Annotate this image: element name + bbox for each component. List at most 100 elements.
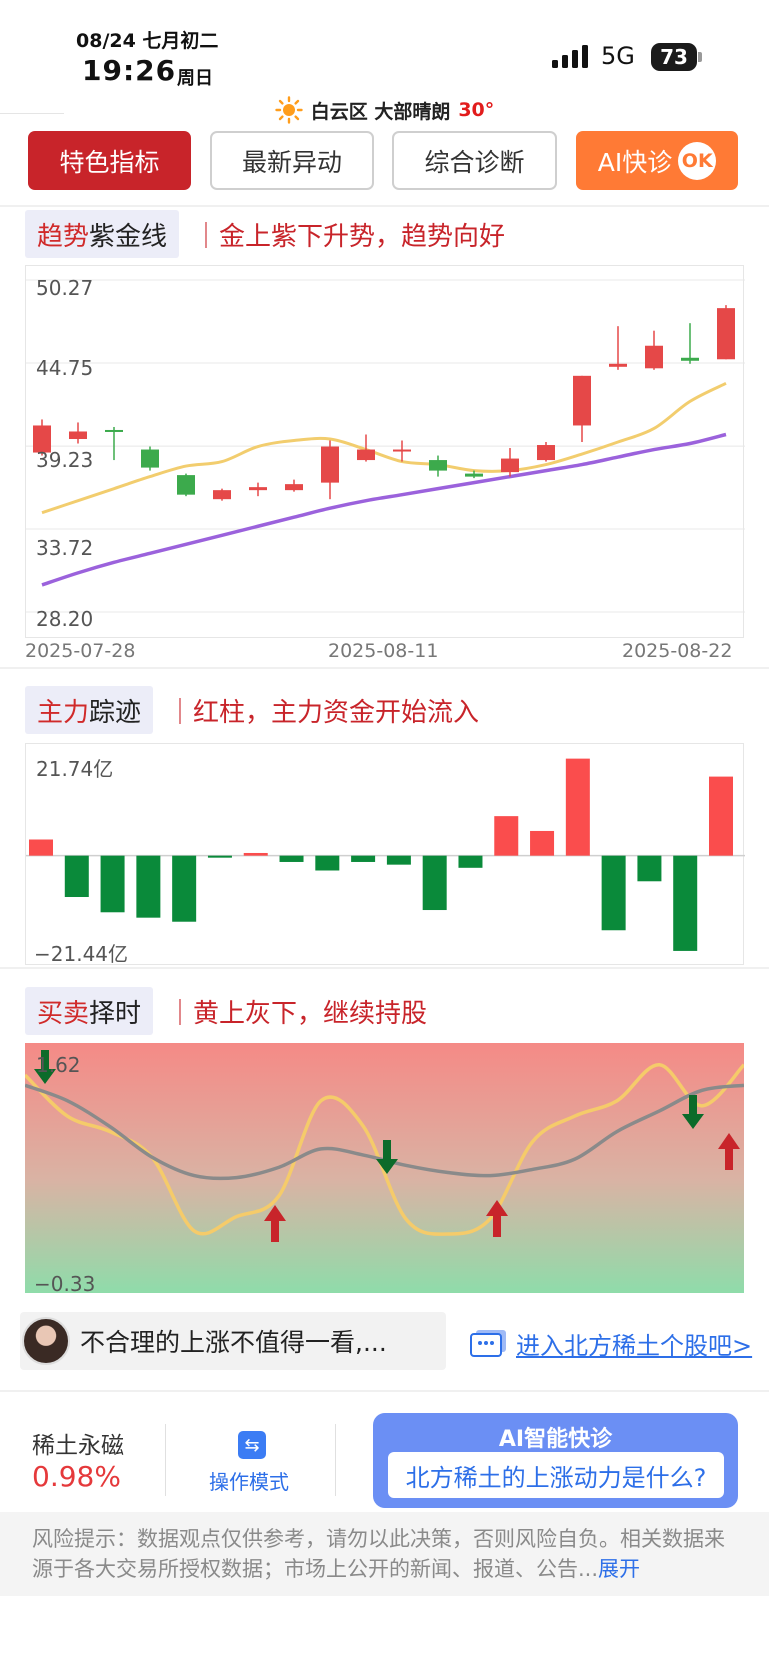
switch-mode-icon[interactable]: ⇆ xyxy=(238,1431,266,1459)
flow-bar xyxy=(64,855,89,898)
trend-x-label-1: 2025-08-11 xyxy=(328,640,439,662)
ok-badge: OK xyxy=(678,141,717,180)
candlestick xyxy=(645,330,663,370)
flow-bar xyxy=(565,758,590,856)
flow-bar xyxy=(172,855,197,922)
operation-mode-label[interactable]: 操作模式 xyxy=(209,1466,289,1495)
mainforce-chart-svg xyxy=(26,758,745,951)
candle-body xyxy=(681,357,699,361)
flow-bar xyxy=(386,855,411,865)
candle-body xyxy=(213,490,231,500)
candle-body xyxy=(393,449,411,452)
trend-tag-red: 趋势 xyxy=(37,221,90,252)
timing-description: ｜黄上灰下，继续持股 xyxy=(167,998,428,1029)
status-time: 19:26 xyxy=(82,54,177,87)
expand-link[interactable]: 展开 xyxy=(598,1557,640,1581)
mainforce-tag-red: 主力 xyxy=(37,697,90,728)
candle-body xyxy=(717,308,735,360)
trend-chart[interactable] xyxy=(25,265,745,638)
trend-tag-dark: 紫金线 xyxy=(89,221,168,252)
trend-chart-svg xyxy=(26,279,745,613)
flow-bar xyxy=(100,855,125,913)
battery-icon: 73 xyxy=(651,43,697,71)
candlestick xyxy=(177,473,195,497)
candle-body xyxy=(573,375,591,426)
flow-bar xyxy=(136,855,161,918)
timing-chart[interactable] xyxy=(25,1043,744,1293)
tab-comprehensive-diagnosis[interactable]: 综合诊断 xyxy=(392,131,557,190)
battery-tip xyxy=(698,52,702,62)
flow-bar xyxy=(637,855,662,882)
sun-icon xyxy=(275,96,303,124)
mainforce-tag-dark: 踪迹 xyxy=(89,697,142,728)
trend-y-label-4: 28.20 xyxy=(36,607,94,631)
trend-tag: 趋势 紫金线 xyxy=(25,210,180,258)
mainforce-description: ｜红柱，主力资金开始流入 xyxy=(167,697,480,728)
comment-bar[interactable]: 不合理的上涨不值得一看,... xyxy=(20,1312,446,1370)
candle-body xyxy=(501,458,519,473)
trend-y-label-1: 44.75 xyxy=(36,356,94,380)
flow-bar xyxy=(351,855,376,862)
candle-body xyxy=(645,345,663,369)
candle-body xyxy=(69,431,87,440)
stock-forum-link[interactable]: 进入北方稀土个股吧> xyxy=(470,1326,752,1361)
flow-bar xyxy=(601,855,626,931)
candlestick xyxy=(429,455,447,477)
gold-line xyxy=(41,382,727,515)
trend-y-label-3: 33.72 xyxy=(36,536,94,560)
flow-bar xyxy=(494,816,519,856)
tab-ai-quick-diagnosis[interactable]: AI快诊 OK xyxy=(576,131,738,190)
candlestick xyxy=(105,426,123,461)
tab-featured-indicators[interactable]: 特色指标 xyxy=(28,131,191,190)
trend-y-label-0: 50.27 xyxy=(36,276,94,300)
trend-header: 趋势 紫金线 ｜金上紫下升势，趋势向好 xyxy=(25,209,505,259)
candle-body xyxy=(321,446,339,483)
flow-bar xyxy=(530,830,555,856)
candle-body xyxy=(465,473,483,477)
timing-tag-red: 买卖 xyxy=(37,998,90,1029)
tab-latest-movements[interactable]: 最新异动 xyxy=(210,131,374,190)
related-sector-change: 0.98% xyxy=(32,1460,121,1493)
flow-bar xyxy=(29,839,53,856)
status-weekday: 周日 xyxy=(177,68,213,89)
signal-icon xyxy=(552,45,588,68)
mainforce-chart[interactable] xyxy=(25,743,745,965)
tab-ai-label: AI快诊 xyxy=(597,147,673,177)
timing-tag: 买卖 择时 xyxy=(25,987,154,1035)
flow-bar xyxy=(422,855,447,911)
flow-bar xyxy=(243,852,268,856)
flow-bar xyxy=(315,855,340,871)
timing-chart-svg xyxy=(25,1043,744,1293)
candle-body xyxy=(357,449,375,461)
related-sector-name[interactable]: 稀土永磁 xyxy=(32,1426,124,1460)
trend-x-label-0: 2025-07-28 xyxy=(25,640,136,662)
ai-question-button[interactable]: 北方稀土的上涨动力是什么? xyxy=(388,1452,724,1498)
candle-body xyxy=(177,475,195,495)
candlestick xyxy=(69,422,87,444)
mainforce-y-bottom: −21.44亿 xyxy=(34,942,129,966)
mainforce-y-top: 21.74亿 xyxy=(36,757,114,781)
candlestick xyxy=(321,440,339,500)
candlestick xyxy=(141,446,159,471)
flow-bar xyxy=(673,855,698,951)
candlestick xyxy=(681,323,699,364)
flow-bar xyxy=(709,776,733,856)
avatar xyxy=(22,1317,70,1365)
candlestick xyxy=(537,442,555,462)
stock-forum-link-label: 进入北方稀土个股吧> xyxy=(516,1332,753,1360)
trend-y-label-2: 39.23 xyxy=(36,448,94,472)
weather-bar: 白云区 大部晴朗 30° xyxy=(0,95,769,125)
bottom-divider xyxy=(0,1390,769,1392)
section-divider xyxy=(0,967,769,969)
flow-bar xyxy=(207,855,232,858)
flow-bar xyxy=(279,855,304,862)
mainforce-tag: 主力 踪迹 xyxy=(25,686,154,734)
vertical-divider xyxy=(335,1424,336,1496)
candle-body xyxy=(285,484,303,491)
network-type: 5G xyxy=(601,42,635,70)
candle-body xyxy=(105,429,123,432)
candle-body xyxy=(537,445,555,461)
chat-bubble-icon xyxy=(470,1329,506,1357)
timing-tag-dark: 择时 xyxy=(89,998,142,1029)
candlestick xyxy=(285,479,303,492)
